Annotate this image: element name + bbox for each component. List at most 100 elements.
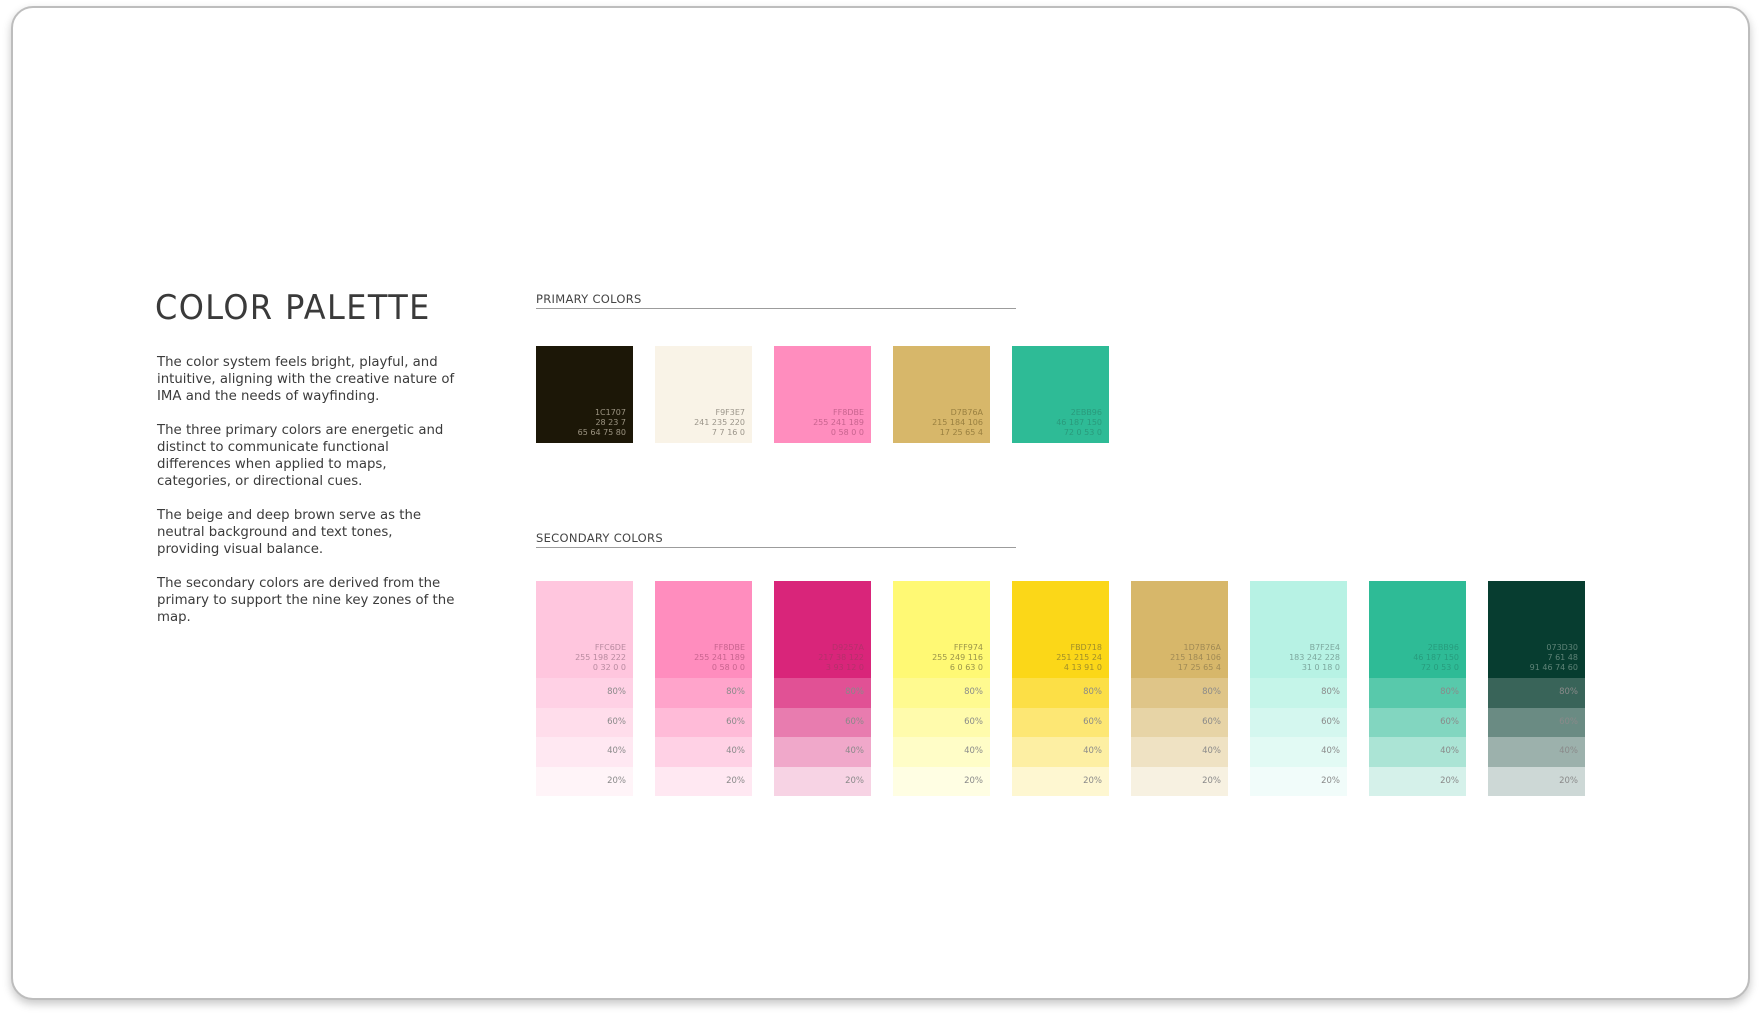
- secondary-swatch: 073D30 7 61 48 91 46 74 60: [1488, 581, 1585, 678]
- tint-label: 40%: [1321, 746, 1340, 756]
- tint-swatch: 40%: [1488, 737, 1585, 767]
- tint-swatch: 40%: [1131, 737, 1228, 767]
- color-code-rgb: 255 241 189: [694, 653, 745, 662]
- secondary-swatch: FFF974 255 249 116 6 0 63 0: [893, 581, 990, 678]
- color-code-hex: 2EBB96: [1070, 408, 1102, 417]
- tint-swatch: 20%: [1012, 766, 1109, 796]
- tint-swatch: 20%: [1488, 766, 1585, 796]
- tint-label: 60%: [1321, 716, 1340, 727]
- primary-divider: [536, 308, 1016, 309]
- secondary-color-column: FBD718 251 215 24 4 13 91 0 80% 60% 40% 20%: [1012, 581, 1109, 796]
- tint-swatch: 20%: [1250, 766, 1347, 796]
- color-code-rgb: 7 61 48: [1547, 653, 1578, 662]
- tint-swatch: 20%: [893, 766, 990, 796]
- color-code-rgb: 183 242 228: [1289, 653, 1340, 662]
- tint-label: 80%: [1083, 687, 1102, 697]
- color-code-hex: FF8DBE: [714, 643, 745, 652]
- color-codes: D9257A 217 38 122 3 93 12 0: [818, 643, 864, 673]
- tint-label: 80%: [726, 687, 745, 697]
- color-code-hex: FFF974: [953, 643, 983, 652]
- secondary-color-column: D9257A 217 38 122 3 93 12 0 80% 60% 40% 20%: [774, 581, 871, 796]
- color-code-hex: FBD718: [1070, 643, 1102, 652]
- tint-label: 20%: [1202, 775, 1221, 786]
- color-code-cmyk: 17 25 65 4: [939, 428, 983, 437]
- tint-swatch: 80%: [1369, 678, 1466, 708]
- secondary-swatch: D9257A 217 38 122 3 93 12 0: [774, 581, 871, 678]
- color-code-cmyk: 0 58 0 0: [830, 428, 864, 437]
- tint-swatch: 40%: [1250, 737, 1347, 767]
- color-code-hex: 2EBB96: [1427, 643, 1459, 652]
- description-paragraph: The secondary colors are derived from th…: [157, 576, 455, 625]
- tint-swatch: 60%: [1131, 707, 1228, 737]
- color-code-rgb: 255 249 116: [932, 653, 983, 662]
- color-code-cmyk: 65 64 75 80: [577, 428, 626, 437]
- tint-swatch: 20%: [655, 766, 752, 796]
- tint-label: 60%: [1202, 716, 1221, 727]
- color-code-cmyk: 0 58 0 0: [711, 663, 745, 672]
- secondary-color-column: 2EBB96 46 187 150 72 0 53 0 80% 60% 40% 20%: [1369, 581, 1466, 796]
- tint-label: 40%: [1440, 746, 1459, 756]
- tint-label: 40%: [607, 746, 626, 756]
- tint-label: 20%: [607, 775, 626, 786]
- secondary-divider: [536, 547, 1016, 548]
- tint-swatch: 60%: [1250, 707, 1347, 737]
- tint-label: 60%: [1440, 716, 1459, 727]
- color-code-cmyk: 0 32 0 0: [592, 663, 626, 672]
- color-code-cmyk: 6 0 63 0: [949, 663, 983, 672]
- secondary-swatch: FFC6DE 255 198 222 0 32 0 0: [536, 581, 633, 678]
- tint-label: 80%: [1321, 687, 1340, 697]
- tint-label: 40%: [1559, 746, 1578, 756]
- color-code-hex: D9257A: [832, 643, 864, 652]
- tint-swatch: 40%: [536, 737, 633, 767]
- color-code-rgb: 255 241 189: [813, 418, 864, 427]
- tint-label: 20%: [1321, 775, 1340, 786]
- tint-label: 60%: [964, 716, 983, 727]
- tint-label: 80%: [1202, 687, 1221, 697]
- color-code-hex: 1C1707: [594, 408, 626, 417]
- color-code-hex: FFC6DE: [594, 643, 626, 652]
- tint-swatch: 80%: [1012, 678, 1109, 708]
- tint-swatch: 60%: [1012, 707, 1109, 737]
- secondary-color-column: FFC6DE 255 198 222 0 32 0 0 80% 60% 40% 20%: [536, 581, 633, 796]
- secondary-color-column: FFF974 255 249 116 6 0 63 0 80% 60% 40% 20%: [893, 581, 990, 796]
- color-code-cmyk: 91 46 74 60: [1529, 663, 1578, 672]
- tint-swatch: 80%: [536, 678, 633, 708]
- tint-label: 80%: [845, 687, 864, 697]
- tint-swatch: 80%: [774, 678, 871, 708]
- tint-swatch: 40%: [1012, 737, 1109, 767]
- secondary-swatch: 2EBB96 46 187 150 72 0 53 0: [1369, 581, 1466, 678]
- page-title: COLOR PALETTE: [155, 288, 431, 328]
- color-code-hex: FF8DBE: [833, 408, 864, 417]
- color-codes: FF8DBE 255 241 189 0 58 0 0: [694, 643, 745, 673]
- primary-swatch: 2EBB96 46 187 150 72 0 53 0: [1012, 346, 1109, 443]
- tint-label: 40%: [1202, 746, 1221, 756]
- secondary-swatch: FBD718 251 215 24 4 13 91 0: [1012, 581, 1109, 678]
- tint-swatch: 60%: [1488, 707, 1585, 737]
- tint-swatch: 60%: [655, 707, 752, 737]
- color-code-cmyk: 17 25 65 4: [1177, 663, 1221, 672]
- tint-label: 60%: [1559, 716, 1578, 727]
- color-codes: 2EBB96 46 187 150 72 0 53 0: [1056, 408, 1102, 438]
- tint-swatch: 60%: [1369, 707, 1466, 737]
- color-code-rgb: 46 187 150: [1413, 653, 1459, 662]
- tint-label: 80%: [964, 687, 983, 697]
- tint-label: 40%: [726, 746, 745, 756]
- primary-swatch: 1C1707 28 23 7 65 64 75 80: [536, 346, 633, 443]
- secondary-color-column: 073D30 7 61 48 91 46 74 60 80% 60% 40% 20%: [1488, 581, 1585, 796]
- color-code-hex: 073D30: [1546, 643, 1578, 652]
- tint-swatch: 40%: [655, 737, 752, 767]
- color-code-cmyk: 31 0 18 0: [1301, 663, 1340, 672]
- color-codes: 1C1707 28 23 7 65 64 75 80: [578, 408, 626, 438]
- tint-swatch: 40%: [1369, 737, 1466, 767]
- color-code-rgb: 46 187 150: [1056, 418, 1102, 427]
- tint-swatch: 80%: [1131, 678, 1228, 708]
- color-codes: F9F3E7 241 235 220 7 7 16 0: [694, 408, 745, 438]
- tint-label: 80%: [607, 687, 626, 697]
- color-code-rgb: 215 184 106: [932, 418, 983, 427]
- secondary-swatch: FF8DBE 255 241 189 0 58 0 0: [655, 581, 752, 678]
- tint-swatch: 20%: [536, 766, 633, 796]
- tint-label: 20%: [1083, 775, 1102, 786]
- tint-swatch: 80%: [1488, 678, 1585, 708]
- color-code-rgb: 255 198 222: [575, 653, 626, 662]
- color-code-rgb: 217 38 122: [818, 653, 864, 662]
